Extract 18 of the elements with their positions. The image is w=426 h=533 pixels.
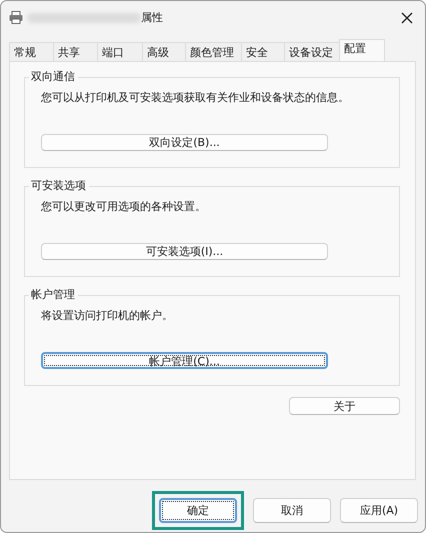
group-title: 帐户管理 bbox=[29, 288, 78, 302]
printer-icon bbox=[9, 11, 23, 24]
group-description: 您可以更改可用选项的各种设置。 bbox=[41, 200, 207, 214]
dialog-button[interactable]: 应用(A) bbox=[340, 498, 418, 523]
dialog-button[interactable]: 确定 bbox=[159, 498, 237, 523]
group-description: 将设置访问打印机的帐户。 bbox=[41, 309, 174, 323]
group-description: 您可以从打印机及可安装选项获取有关作业和设备状态的信息。 bbox=[41, 91, 350, 105]
settings-button[interactable]: 可安装选项(I)... bbox=[41, 243, 328, 260]
group-title: 双向通信 bbox=[29, 70, 78, 84]
tab[interactable]: 常规 bbox=[9, 42, 54, 61]
tab[interactable]: 共享 bbox=[53, 42, 98, 61]
settings-button[interactable]: 双向设定(B)... bbox=[41, 134, 328, 151]
about-button[interactable]: 关于 bbox=[289, 397, 400, 415]
group-title: 可安装选项 bbox=[29, 179, 89, 193]
tab[interactable]: 配置 bbox=[339, 39, 385, 61]
window-title: 属性 bbox=[141, 10, 163, 25]
dialog-button[interactable]: 取消 bbox=[253, 498, 331, 523]
close-icon[interactable] bbox=[401, 12, 413, 24]
